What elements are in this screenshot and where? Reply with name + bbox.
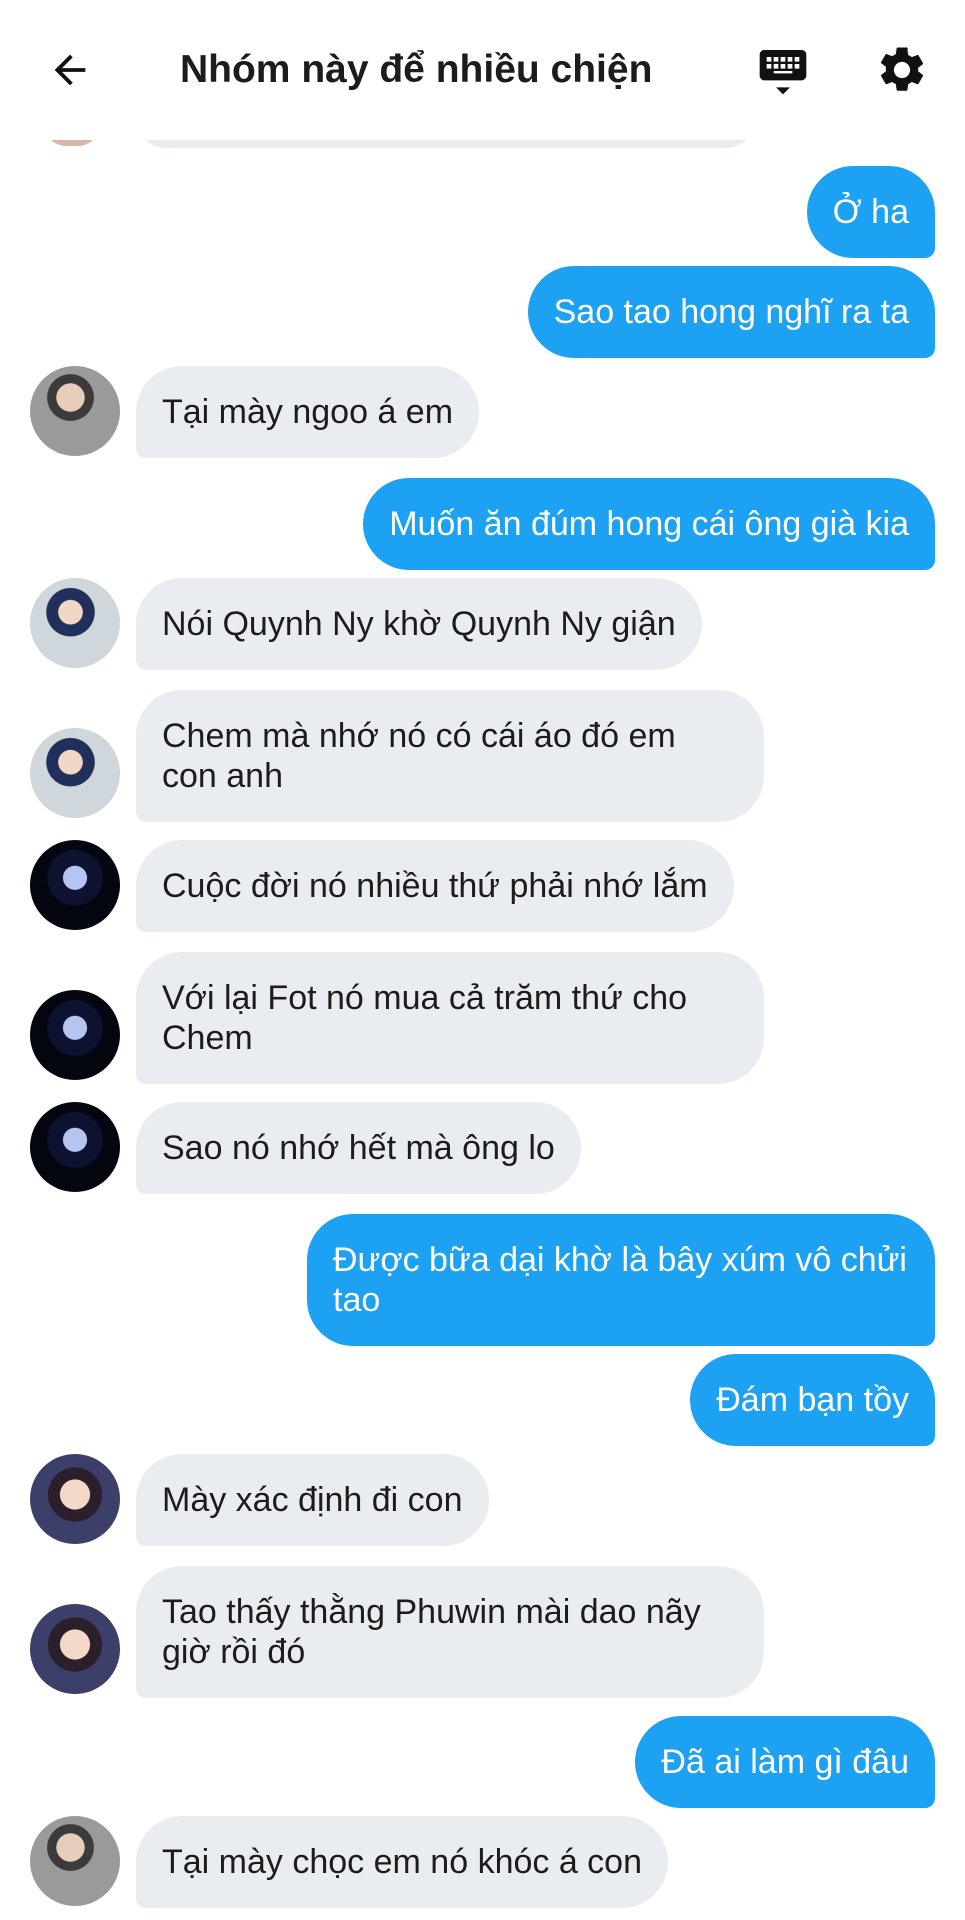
gear-icon — [880, 47, 924, 91]
chat-header: Nhóm này để nhiều chiện — [0, 0, 965, 140]
avatar[interactable] — [30, 578, 120, 668]
message-bubble-incoming[interactable]: Nói Quynh Ny khờ Quynh Ny giận — [136, 578, 702, 670]
message-bubble-incoming[interactable]: Chem mà nhớ nó có cái áo đó em con anh — [136, 690, 764, 822]
message-bubble-incoming[interactable]: Tại mày chọc em nó khóc á con — [136, 1816, 669, 1908]
back-button[interactable] — [40, 40, 100, 100]
avatar[interactable] — [30, 728, 120, 818]
message-bubble-incoming[interactable]: Sao nó nhớ hết mà ông lo — [136, 1102, 581, 1194]
avatar[interactable] — [30, 1604, 120, 1694]
avatar[interactable] — [30, 366, 120, 456]
message-bubble-incoming[interactable]: Tao thấy thằng Phuwin mài dao nãy giờ rồ… — [136, 1566, 764, 1698]
avatar[interactable] — [30, 1102, 120, 1192]
message-bubble-incoming[interactable]: Tại mày ngoo á em — [136, 366, 480, 458]
message-bubble-incoming[interactable]: Với lại Fot nó mua cả trăm thứ cho Chem — [136, 952, 764, 1084]
message-bubble-incoming[interactable]: Cuộc đời nó nhiều thứ phải nhớ lắm — [136, 840, 734, 932]
avatar[interactable] — [30, 1816, 120, 1906]
message-bubble-outgoing[interactable]: Sao tao hong nghĩ ra ta — [527, 266, 935, 358]
message-bubble-outgoing[interactable]: Đã ai làm gì đâu — [635, 1716, 935, 1808]
avatar[interactable] — [30, 990, 120, 1080]
message-bubble-outgoing[interactable]: Muốn ăn đúm hong cái ông già kia — [363, 478, 935, 570]
settings-button[interactable] — [872, 40, 932, 100]
keyboard-button[interactable] — [752, 40, 814, 102]
arrow-left-icon — [54, 54, 86, 86]
message-bubble-outgoing[interactable]: Được bữa dại khờ là bây xúm vô chửi tao — [307, 1214, 935, 1346]
avatar[interactable] — [30, 840, 120, 930]
avatar[interactable] — [30, 1454, 120, 1544]
page-title: Nhóm này để nhiều chiện — [180, 48, 653, 91]
chat-screen: Nhóm này để nhiều chiện Ở ha Sao tao hon… — [0, 0, 965, 1920]
message-bubble-outgoing[interactable]: Đám bạn tồy — [690, 1354, 935, 1446]
message-bubble-outgoing[interactable]: Ở ha — [806, 166, 935, 258]
message-bubble-incoming[interactable]: Mày xác định đi con — [136, 1454, 489, 1546]
keyboard-icon — [759, 50, 807, 95]
